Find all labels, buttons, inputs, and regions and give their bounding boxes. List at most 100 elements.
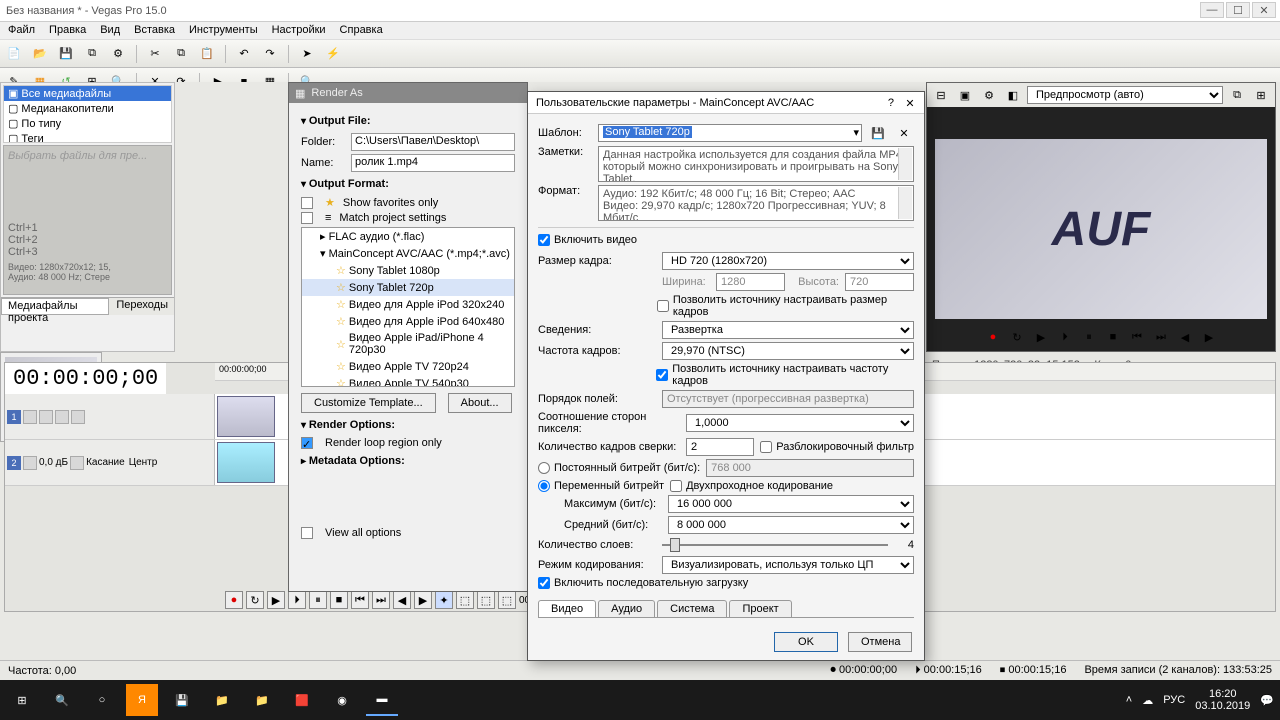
preview-stop-icon[interactable]: ■ (1103, 327, 1123, 347)
format-item[interactable]: ☆ Видео для Apple iPod 320x240 (302, 296, 514, 313)
preview-record-icon[interactable]: ● (983, 327, 1003, 347)
fps-select[interactable]: 29,970 (NTSC) (662, 342, 914, 360)
section-render-options[interactable]: Render Options: (301, 419, 515, 431)
browser-icon[interactable]: 🟥 (286, 684, 318, 716)
details-select[interactable]: Развертка (662, 321, 914, 339)
tab-project[interactable]: Проект (729, 600, 791, 617)
tab-system[interactable]: Система (657, 600, 727, 617)
about-button[interactable]: About... (448, 393, 512, 413)
tray-lang[interactable]: РУС (1163, 694, 1185, 706)
redo-icon[interactable]: ↷ (260, 44, 280, 64)
loop-checkbox[interactable]: ✓ (301, 437, 313, 449)
properties-icon[interactable]: ⚙ (108, 44, 128, 64)
snap-icon[interactable]: ➤ (297, 44, 317, 64)
deblock-checkbox[interactable]: Разблокировочный фильтр (760, 441, 914, 453)
folder-field[interactable]: C:\Users\Павел\Desktop\ (351, 133, 515, 151)
preview-next-icon[interactable]: ▶ (1199, 327, 1219, 347)
tree-tags[interactable]: ▢Теги (4, 131, 171, 143)
track-solo-icon[interactable] (55, 410, 69, 424)
play-from-button[interactable]: ⏵ (288, 591, 306, 609)
cut-icon[interactable]: ✂ (145, 44, 165, 64)
word-icon[interactable]: 💾 (166, 684, 198, 716)
cbr-radio[interactable]: Постоянный битрейт (бит/c): (538, 462, 700, 474)
start-button[interactable]: ⊞ (6, 684, 38, 716)
twopass-checkbox[interactable]: Двухпроходное кодирование (670, 480, 833, 492)
pause-button[interactable]: ⏸ (309, 591, 327, 609)
section-output-file[interactable]: Output File: (301, 115, 515, 127)
track-mute-icon[interactable] (39, 410, 53, 424)
track-more-icon[interactable] (71, 410, 85, 424)
save-icon[interactable]: 💾 (56, 44, 76, 64)
play-button[interactable]: ▶ (267, 591, 285, 609)
tab-audio[interactable]: Аудио (598, 600, 655, 617)
cortana-icon[interactable]: ○ (86, 684, 118, 716)
yandex-icon[interactable]: Я (126, 684, 158, 716)
media-tree[interactable]: ▣Все медиафайлы ▢Медианакопители ▢По тип… (3, 85, 172, 143)
search-taskbar-icon[interactable]: 🔍 (46, 684, 78, 716)
framesize-select[interactable]: HD 720 (1280x720) (662, 252, 914, 270)
tray-cloud-icon[interactable]: ☁ (1142, 694, 1153, 707)
prev-copy-icon[interactable]: ⧉ (1227, 85, 1247, 105)
progressive-download-checkbox[interactable]: Включить последовательную загрузку (538, 577, 748, 589)
ok-button[interactable]: OK (774, 632, 838, 652)
minimize-icon[interactable]: — (1200, 2, 1224, 18)
vegas-taskbar-icon[interactable]: ▬ (366, 684, 398, 716)
help-icon[interactable]: ? (888, 97, 894, 109)
open-icon[interactable]: 📂 (30, 44, 50, 64)
customize-template-button[interactable]: Customize Template... (301, 393, 436, 413)
render-icon[interactable]: ⧉ (82, 44, 102, 64)
enable-video-checkbox[interactable]: Включить видео (538, 234, 637, 246)
stop-button[interactable]: ■ (330, 591, 348, 609)
preview-start-icon[interactable]: ⏮ (1127, 327, 1147, 347)
menu-view[interactable]: Вид (100, 24, 120, 37)
favorites-checkbox[interactable] (301, 197, 313, 209)
record-button[interactable]: ● (225, 591, 243, 609)
name-field[interactable]: ролик 1.mp4 (351, 154, 515, 172)
tab-transitions[interactable]: Переходы (110, 298, 174, 315)
folder-icon[interactable]: 📁 (206, 684, 238, 716)
format-item[interactable]: ☆ Sony Tablet 720p (302, 279, 514, 296)
cancel-button[interactable]: Отмена (848, 632, 912, 652)
preview-prev-icon[interactable]: ◀ (1175, 327, 1195, 347)
tool-button[interactable]: ⬚ (456, 591, 474, 609)
delete-template-icon[interactable]: ✕ (894, 123, 914, 143)
format-item[interactable]: ▾ MainConcept AVC/AAC (*.mp4;*.avc) (302, 245, 514, 262)
audio-clip[interactable] (217, 442, 275, 483)
format-tree[interactable]: ▸ FLAC аудио (*.flac)▾ MainConcept AVC/A… (301, 227, 515, 387)
tray-notifications-icon[interactable]: 💬 (1260, 694, 1274, 707)
tray-up-icon[interactable]: ˄ (1126, 694, 1132, 706)
tab-video[interactable]: Видео (538, 600, 596, 617)
menu-edit[interactable]: Правка (49, 24, 86, 37)
notes-field[interactable]: Данная настройка используется для создан… (598, 146, 914, 182)
menu-options[interactable]: Настройки (272, 24, 326, 37)
slices-slider[interactable] (662, 537, 888, 553)
preview-pause-icon[interactable]: ⏸ (1079, 327, 1099, 347)
close-icon[interactable]: ✕ (1252, 2, 1276, 18)
section-metadata[interactable]: Metadata Options: (301, 455, 515, 467)
match-checkbox[interactable] (301, 212, 313, 224)
menu-insert[interactable]: Вставка (134, 24, 175, 37)
allow-src-fps-checkbox[interactable]: Позволить источнику настраивать частоту … (656, 363, 914, 387)
explorer-icon[interactable]: 📁 (246, 684, 278, 716)
ref-frames-field[interactable] (686, 438, 754, 456)
maximize-icon[interactable]: ☐ (1226, 2, 1250, 18)
format-item[interactable]: ☆ Sony Tablet 1080p (302, 262, 514, 279)
prev-grid-icon[interactable]: ⊞ (1251, 85, 1271, 105)
allow-src-size-checkbox[interactable]: Позволить источнику настраивать размер к… (657, 294, 914, 318)
go-start-button[interactable]: ⏮ (351, 591, 369, 609)
menu-tools[interactable]: Инструменты (189, 24, 258, 37)
tab-media[interactable]: Медиафайлы проекта (1, 298, 109, 315)
track-fx-icon[interactable] (23, 456, 37, 470)
prev-frame-button[interactable]: ◀ (393, 591, 411, 609)
preview-loop-icon[interactable]: ↻ (1007, 327, 1027, 347)
menu-help[interactable]: Справка (340, 24, 383, 37)
save-template-icon[interactable]: 💾 (868, 123, 888, 143)
copy-icon[interactable]: ⧉ (171, 44, 191, 64)
undo-icon[interactable]: ↶ (234, 44, 254, 64)
prev-ext-icon[interactable]: ⊟ (931, 85, 951, 105)
format-item[interactable]: ☆ Видео Apple TV 720p24 (302, 358, 514, 375)
video-clip[interactable] (217, 396, 275, 437)
menu-file[interactable]: Файл (8, 24, 35, 37)
preview-play2-icon[interactable]: ⏵ (1055, 327, 1075, 347)
scripting-icon[interactable]: ⚡ (323, 44, 343, 64)
